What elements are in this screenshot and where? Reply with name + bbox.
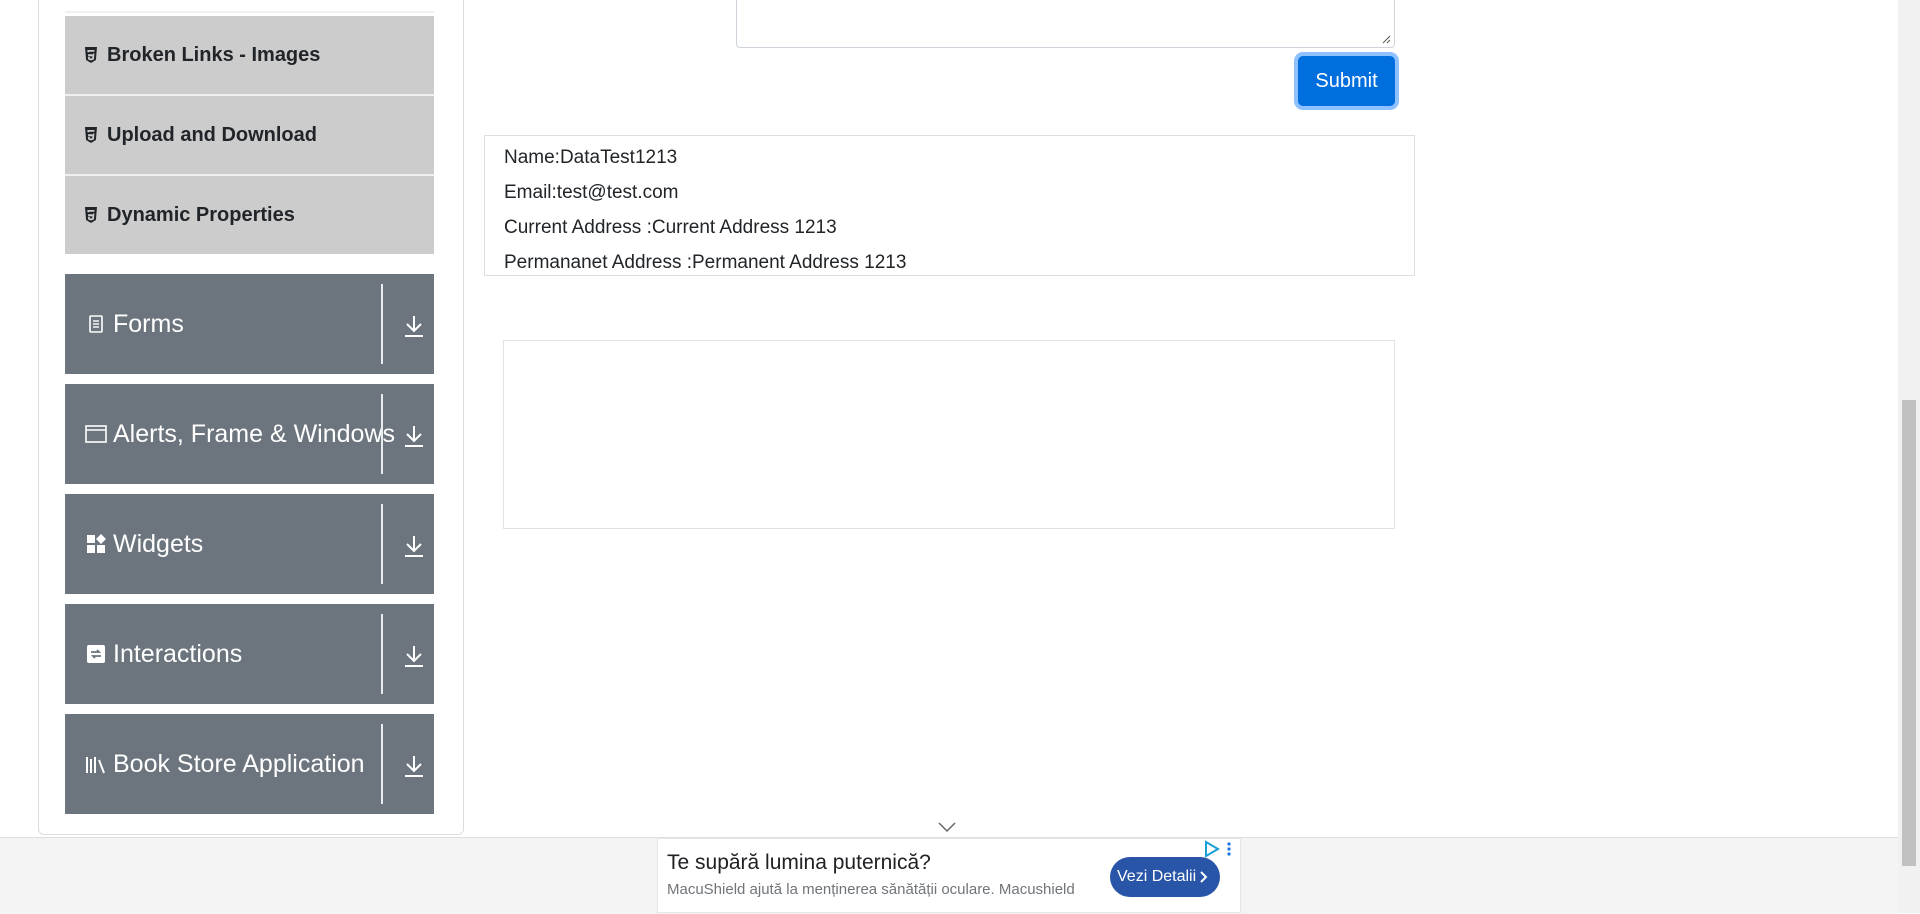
divider [381, 724, 383, 804]
interactions-icon [85, 643, 107, 665]
group-label: Book Store Application [113, 750, 365, 778]
document-icon [85, 313, 107, 335]
output-name: Name:DataTest1213 [504, 147, 678, 168]
resize-handle-icon[interactable] [1381, 34, 1391, 44]
group-label: Widgets [113, 530, 204, 558]
ad-banner[interactable]: Te supără lumina puternică? MacuShield a… [657, 838, 1241, 913]
window-icon [85, 423, 107, 445]
sidebar-item-label: Broken Links - Images [107, 43, 321, 66]
ad-button-label: Vezi Detalii [1117, 868, 1197, 885]
divider [381, 504, 383, 584]
submit-button[interactable]: Submit [1298, 56, 1395, 106]
download-arrow-icon[interactable] [401, 312, 427, 340]
ad-choices-icon[interactable] [1202, 840, 1220, 858]
download-arrow-icon[interactable] [401, 642, 427, 670]
chevron-right-icon [1200, 871, 1208, 883]
output-permanent-address: Permananet Address :Permanent Address 12… [504, 252, 907, 273]
sidebar-item-broken-links-images[interactable]: Broken Links - Images [65, 16, 434, 94]
more-options-icon[interactable] [1226, 841, 1232, 857]
sidebar-group-forms[interactable]: Forms [65, 274, 434, 374]
empty-frame [503, 340, 1395, 529]
scrollbar-thumb[interactable] [1902, 400, 1916, 866]
sidebar-item-label: Dynamic Properties [107, 203, 295, 226]
ad-details-button[interactable]: Vezi Detalii [1110, 857, 1220, 897]
output-panel: Name:DataTest1213 Email:test@test.com Cu… [484, 135, 1415, 276]
download-arrow-icon[interactable] [401, 532, 427, 560]
divider [381, 614, 383, 694]
output-email: Email:test@test.com [504, 182, 679, 203]
download-arrow-icon[interactable] [401, 422, 427, 450]
html5-icon [82, 45, 100, 65]
group-label: Forms [113, 310, 184, 338]
ad-description[interactable]: MacuShield ajută la menținerea sănătății… [667, 881, 1075, 898]
sidebar-group-widgets[interactable]: Widgets [65, 494, 434, 594]
sidebar-item-dynamic-properties[interactable]: Dynamic Properties [65, 176, 434, 254]
sidebar-group-book-store-application[interactable]: Book Store Application [65, 714, 434, 814]
download-arrow-icon[interactable] [401, 752, 427, 780]
ad-title[interactable]: Te supără lumina puternică? [667, 851, 931, 875]
divider [65, 11, 434, 13]
sidebar-group-alerts-frame-windows[interactable]: Alerts, Frame & Windows [65, 384, 434, 484]
sidebar-item-upload-and-download[interactable]: Upload and Download [65, 96, 434, 174]
html5-icon [82, 125, 100, 145]
chevron-down-icon[interactable] [937, 820, 957, 834]
sidebar-item-label: Upload and Download [107, 123, 317, 146]
output-current-address: Current Address :Current Address 1213 [504, 217, 837, 238]
group-label: Interactions [113, 640, 243, 668]
sidebar-group-interactions[interactable]: Interactions [65, 604, 434, 704]
divider [381, 284, 383, 364]
html5-icon [82, 205, 100, 225]
group-label: Alerts, Frame & Windows [113, 420, 396, 448]
permanent-address-textarea[interactable] [736, 0, 1395, 48]
books-icon [85, 753, 107, 775]
scrollbar[interactable] [1898, 0, 1920, 913]
divider [381, 394, 383, 474]
widgets-icon [85, 533, 107, 555]
